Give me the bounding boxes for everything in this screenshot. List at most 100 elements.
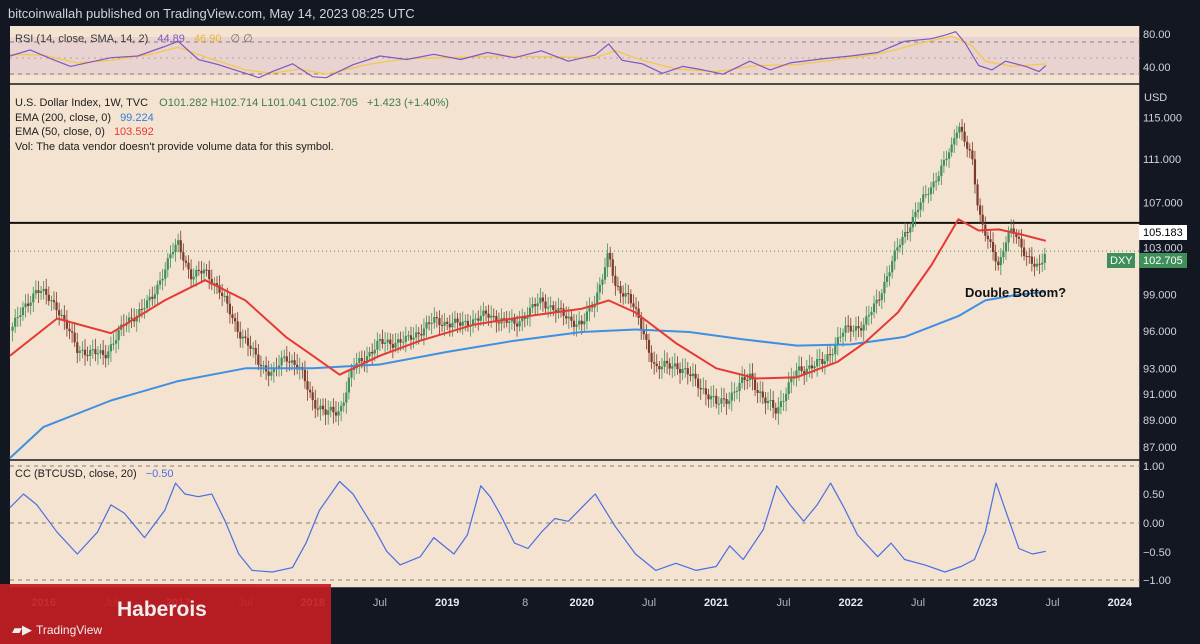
candle-body [870, 312, 873, 316]
cc-legend[interactable]: CC (BTCUSD, close, 20) −0.50 [15, 468, 174, 480]
candle-body [47, 294, 50, 301]
time-axis-label: 8 [522, 597, 528, 609]
time-axis-label: Jul [373, 597, 387, 609]
price-tick-label: 87.000 [1143, 442, 1177, 454]
candle-body [104, 354, 107, 359]
candle-body [958, 126, 961, 133]
candle-body [360, 357, 363, 362]
candle-body [303, 369, 307, 382]
tradingview-logo[interactable]: ▰▶ TradingView [12, 622, 102, 638]
candle-body [660, 366, 664, 370]
ema50-legend-value: 103.592 [114, 126, 154, 138]
candle-body [205, 269, 208, 271]
candle-body [267, 371, 270, 376]
candle-body [321, 405, 325, 410]
main-legend-line1[interactable]: U.S. Dollar Index, 1W, TVC O101.282 H102… [15, 97, 449, 109]
candle-body [766, 400, 770, 404]
candle-body [490, 315, 493, 318]
candle-body [280, 357, 283, 366]
rsi-legend-name: RSI (14, close, SMA, 14, 2) [15, 33, 148, 45]
cc-axis-0-5: 0.50 [1143, 489, 1164, 501]
rsi-legend-value: 44.89 [157, 33, 185, 45]
candle-body [184, 260, 188, 263]
tradingview-logo-text: TradingView [36, 623, 103, 637]
dxy-symbol-label: DXY [1110, 255, 1133, 267]
candle-body [179, 240, 182, 253]
candle-body [241, 336, 244, 339]
candle-body [955, 132, 958, 139]
candle-body [953, 138, 956, 145]
candle-body [171, 252, 175, 255]
cc-axis-0: 0.00 [1143, 518, 1164, 530]
candle-body [39, 291, 43, 293]
candle-body [226, 295, 229, 304]
candle-body [968, 148, 971, 151]
candle-body [709, 396, 713, 400]
candle-body [1041, 262, 1044, 265]
price-tick-label: 96.000 [1143, 326, 1177, 338]
candle-body [151, 296, 154, 299]
candle-body [223, 295, 226, 297]
candle-body [308, 389, 312, 393]
candle-body [857, 326, 860, 329]
ema50-legend[interactable]: EMA (50, close, 0) 103.592 [15, 126, 154, 138]
candle-body [420, 333, 423, 336]
candle-body [808, 365, 811, 369]
candle-body [249, 345, 252, 349]
rsi-legend-extra: ∅ ∅ [231, 33, 253, 45]
candle-body [831, 354, 834, 356]
candle-body [935, 181, 938, 183]
candle-body [285, 356, 288, 362]
candle-body [399, 339, 402, 343]
candle-body [828, 354, 832, 356]
candle-body [1028, 256, 1031, 258]
candle-body [671, 366, 674, 369]
candle-body [653, 362, 656, 364]
price-tick-label: 93.000 [1143, 363, 1177, 375]
candle-body [880, 293, 883, 301]
candle-body [544, 301, 547, 309]
candle-body [58, 310, 61, 316]
candle-body [867, 315, 870, 317]
candle-body [665, 360, 669, 364]
candle-body [153, 294, 156, 299]
candle-body [896, 247, 899, 251]
candle-body [663, 360, 666, 367]
candle-body [722, 398, 726, 400]
time-axis-label: 2023 [973, 597, 997, 609]
candle-body [156, 284, 159, 295]
candle-body [973, 159, 977, 185]
time-axis-label: Jul [642, 597, 656, 609]
candle-body [459, 322, 462, 326]
candle-body [117, 329, 120, 341]
candle-body [89, 349, 92, 357]
candle-body [673, 363, 676, 367]
candle-body [735, 391, 739, 393]
candle-body [647, 339, 651, 353]
symbol-label: U.S. Dollar Index, 1W, TVC [15, 97, 148, 109]
candle-body [585, 311, 589, 322]
candle-body [270, 372, 273, 376]
candle-body [598, 284, 601, 293]
candle-body [78, 350, 81, 353]
rsi-legend[interactable]: RSI (14, close, SMA, 14, 2) 44.89 46.90 … [15, 33, 253, 45]
candle-body [609, 252, 612, 260]
candle-body [611, 259, 614, 276]
price-tick-label: 107.000 [1143, 198, 1183, 210]
candle-body [580, 320, 583, 325]
candle-body [102, 350, 105, 355]
time-axis-label: 2022 [839, 597, 863, 609]
candle-body [797, 366, 801, 371]
candle-body [257, 354, 260, 365]
candle-body [319, 405, 322, 410]
candle-body [479, 315, 482, 321]
time-axis-label: Jul [776, 597, 790, 609]
ema200-legend[interactable]: EMA (200, close, 0) 99.224 [15, 112, 154, 124]
candle-body [29, 302, 32, 306]
candle-body [283, 356, 286, 358]
candle-body [878, 299, 881, 301]
candle-body [854, 326, 858, 331]
candle-body [756, 389, 759, 393]
candle-body [68, 328, 71, 332]
candle-body [650, 352, 653, 363]
